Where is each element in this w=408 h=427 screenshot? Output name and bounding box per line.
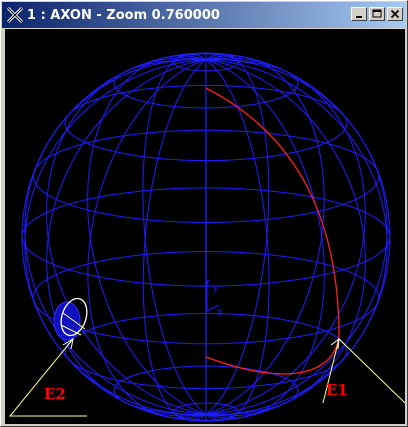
maximize-button[interactable] <box>369 7 385 21</box>
close-icon <box>390 9 400 19</box>
window-title: 1 : AXON - Zoom 0.760000 <box>27 7 220 23</box>
close-button[interactable] <box>387 7 403 21</box>
wireframe-sphere <box>21 52 391 422</box>
minimize-icon <box>356 16 362 18</box>
e2-marker <box>53 297 88 341</box>
window-controls <box>351 7 403 21</box>
maximize-icon <box>372 9 382 18</box>
label-e2: E2 <box>44 385 66 403</box>
viewport-canvas[interactable]: y x z E1 E2 <box>5 29 405 424</box>
axis-indicator: y x z <box>205 278 223 318</box>
x-app-icon <box>5 5 25 25</box>
e2-pointer <box>8 337 87 417</box>
label-e1: E1 <box>326 381 348 399</box>
axis-label-z: z <box>205 278 210 288</box>
title-bar[interactable]: 1 : AXON - Zoom 0.760000 <box>2 2 406 28</box>
axon-window: 1 : AXON - Zoom 0.760000 y x z E1 E2 <box>0 0 408 427</box>
axis-label-x: x <box>217 307 223 318</box>
sphere-scene: y x z E1 E2 <box>8 52 405 422</box>
axis-label-y: y <box>212 283 219 294</box>
minimize-button[interactable] <box>351 7 367 21</box>
